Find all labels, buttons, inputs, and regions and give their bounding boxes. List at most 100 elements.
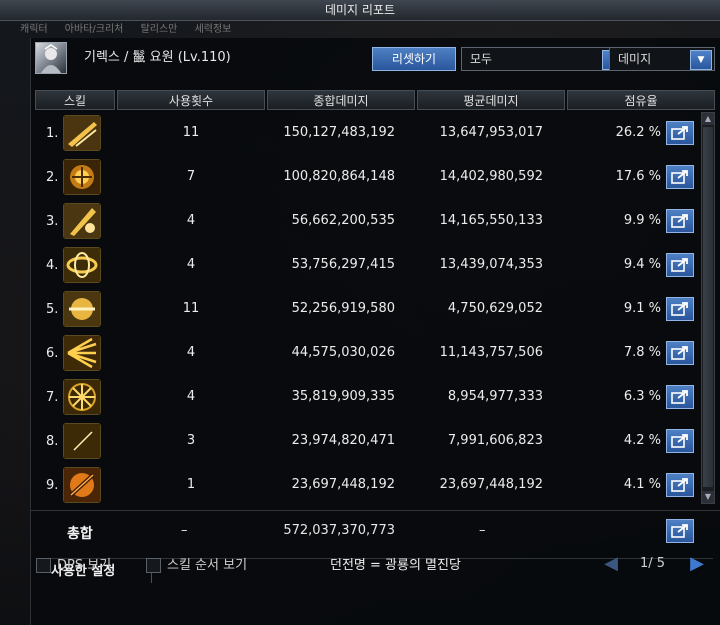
- whirl-skill-icon: [63, 247, 101, 283]
- row-rank: 3.: [46, 214, 59, 229]
- share-button[interactable]: [666, 209, 694, 233]
- share-button[interactable]: [666, 253, 694, 277]
- row-uses: 11: [182, 125, 200, 140]
- character-header: 기렉스 / 鬣 요원 (Lv.110) 리셋하기 모두 ▼ 데미지 ▼: [31, 38, 720, 86]
- share-totals-button[interactable]: [666, 519, 694, 543]
- star-skill-icon: [63, 379, 101, 415]
- row-total-damage: 35,819,909,335: [291, 389, 395, 404]
- row-uses: 4: [186, 345, 196, 360]
- row-uses: 11: [182, 301, 200, 316]
- skill-order-label: 스킬 순서 보기: [167, 558, 248, 573]
- share-icon: [671, 302, 688, 316]
- table-row[interactable]: 3. 4 56,662,200,535 14,165,550,133 9.9 %: [31, 200, 701, 242]
- row-share: 9.9 %: [623, 213, 661, 228]
- table-row[interactable]: 5. 11 52,256,919,580 4,750,629,052 9.1 %: [31, 288, 701, 330]
- table-scrollbar[interactable]: ▲ ▼: [701, 112, 715, 504]
- character-avatar: [35, 42, 67, 74]
- row-share: 4.2 %: [623, 433, 661, 448]
- share-button[interactable]: [666, 297, 694, 321]
- row-average-damage: 11,143,757,506: [439, 345, 543, 360]
- column-header-share: 점유율: [567, 90, 715, 110]
- row-average-damage: 23,697,448,192: [439, 477, 543, 492]
- row-share: 9.1 %: [623, 301, 661, 316]
- next-page-icon[interactable]: ▶: [686, 554, 708, 574]
- page-indicator: 1/ 5: [640, 556, 666, 571]
- share-icon: [671, 390, 688, 404]
- row-share: 6.3 %: [623, 389, 661, 404]
- hud-tab: 캐릭터: [20, 24, 48, 35]
- filter-dropdown[interactable]: 모두 ▼: [461, 47, 627, 71]
- sort-dropdown-value: 데미지: [618, 52, 652, 66]
- row-share: 7.8 %: [623, 345, 661, 360]
- share-icon: [671, 126, 688, 140]
- blade-skill-icon: [63, 203, 101, 239]
- row-average-damage: 13,439,074,353: [439, 257, 543, 272]
- column-header-average: 평균데미지: [417, 90, 565, 110]
- row-rank: 6.: [46, 346, 59, 361]
- checkbox-box[interactable]: [36, 558, 51, 573]
- share-button[interactable]: [666, 341, 694, 365]
- slash-skill-icon: [63, 115, 101, 151]
- hud-tab: 세력정보: [194, 24, 232, 35]
- row-average-damage: 8,954,977,333: [447, 389, 543, 404]
- share-button[interactable]: [666, 429, 694, 453]
- row-share: 17.6 %: [615, 169, 661, 184]
- share-icon: [671, 258, 688, 272]
- table-row[interactable]: 1. 11 150,127,483,192 13,647,953,017 26.…: [31, 112, 701, 154]
- table-row[interactable]: 8. 3 23,974,820,471 7,991,606,823 4.2 %: [31, 420, 701, 462]
- share-icon: [671, 214, 688, 228]
- row-share: 4.1 %: [623, 477, 661, 492]
- totals-average-damage: –: [479, 523, 486, 538]
- row-share: 9.4 %: [623, 257, 661, 272]
- sort-dropdown[interactable]: 데미지 ▼: [609, 47, 715, 71]
- damage-report-panel: 기렉스 / 鬣 요원 (Lv.110) 리셋하기 모두 ▼ 데미지 ▼ 스킬 사…: [30, 38, 720, 625]
- window-title: 데미지 리포트: [0, 0, 720, 21]
- checkbox-box[interactable]: [146, 558, 161, 573]
- background-hud-tabs: 캐릭터 아바타/크리처 탈리스만 세력정보: [20, 20, 245, 36]
- share-button[interactable]: [666, 473, 694, 497]
- prev-page-icon[interactable]: ◀: [600, 554, 622, 574]
- scroll-up-icon[interactable]: ▲: [702, 113, 714, 125]
- burst-skill-icon: [63, 335, 101, 371]
- crescent-skill-icon: [63, 423, 101, 459]
- row-average-damage: 14,165,550,133: [439, 213, 543, 228]
- share-button[interactable]: [666, 121, 694, 145]
- table-row[interactable]: 7. 4 35,819,909,335 8,954,977,333 6.3 %: [31, 376, 701, 418]
- table-header: 스킬 사용횟수 종합데미지 평균데미지 점유율: [31, 90, 720, 110]
- share-button[interactable]: [666, 385, 694, 409]
- row-rank: 1.: [46, 126, 59, 141]
- dps-view-checkbox[interactable]: DPS 보기: [36, 554, 111, 574]
- hud-tab: 탈리스만: [140, 24, 178, 35]
- row-rank: 5.: [46, 302, 59, 317]
- share-button[interactable]: [666, 165, 694, 189]
- chevron-down-icon[interactable]: ▼: [690, 50, 712, 70]
- skill-table: 1. 11 150,127,483,192 13,647,953,017 26.…: [31, 112, 701, 507]
- row-total-damage: 100,820,864,148: [283, 169, 395, 184]
- share-icon: [671, 170, 688, 184]
- avatar-portrait-icon: [41, 44, 61, 73]
- table-row[interactable]: 2. 7 100,820,864,148 14,402,980,592 17.6…: [31, 156, 701, 198]
- dps-view-label: DPS 보기: [57, 558, 112, 573]
- scroll-down-icon[interactable]: ▼: [702, 491, 714, 503]
- table-row[interactable]: 4. 4 53,756,297,415 13,439,074,353 9.4 %: [31, 244, 701, 286]
- table-row[interactable]: 9. 1 23,697,448,192 23,697,448,192 4.1 %: [31, 464, 701, 506]
- column-header-uses: 사용횟수: [117, 90, 265, 110]
- flame-slash-skill-icon: [63, 467, 101, 503]
- row-total-damage: 23,697,448,192: [291, 477, 395, 492]
- row-rank: 2.: [46, 170, 59, 185]
- skill-order-checkbox[interactable]: 스킬 순서 보기: [146, 554, 247, 574]
- row-uses: 7: [186, 169, 196, 184]
- scroll-thumb[interactable]: [703, 127, 713, 487]
- disc-skill-icon: [63, 291, 101, 327]
- totals-row: 총합 – 572,037,370,773 –: [31, 510, 720, 551]
- table-row[interactable]: 6. 4 44,575,030,026 11,143,757,506 7.8 %: [31, 332, 701, 374]
- row-total-damage: 52,256,919,580: [291, 301, 395, 316]
- row-total-damage: 150,127,483,192: [283, 125, 395, 140]
- row-rank: 7.: [46, 390, 59, 405]
- reset-button[interactable]: 리셋하기: [372, 47, 456, 71]
- row-rank: 4.: [46, 258, 59, 273]
- row-total-damage: 23,974,820,471: [291, 433, 395, 448]
- row-uses: 4: [186, 389, 196, 404]
- row-average-damage: 4,750,629,052: [447, 301, 543, 316]
- footer-bar: DPS 보기 스킬 순서 보기 던전명 = 광룡의 멸진당 ◀ 1/ 5 ▶: [0, 554, 720, 584]
